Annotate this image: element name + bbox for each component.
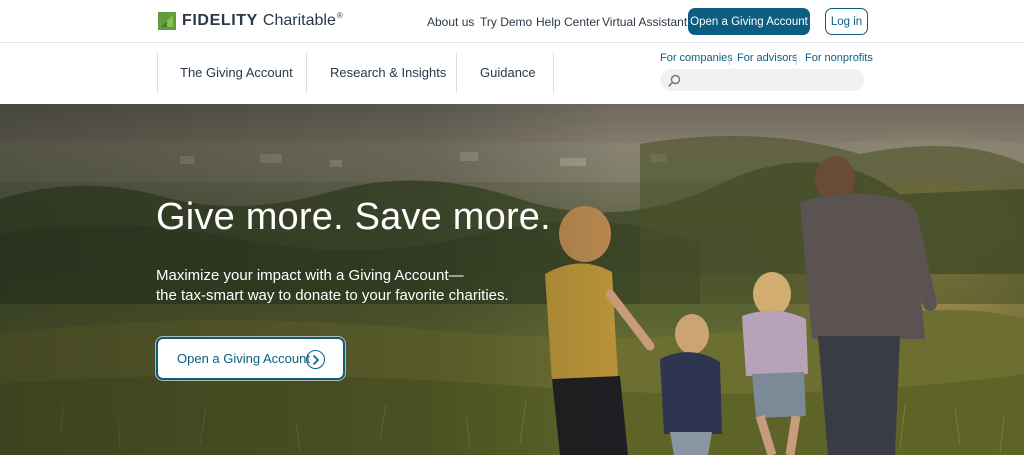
nav-item-guidance[interactable]: Guidance — [480, 65, 536, 80]
for-companies-link[interactable]: For companies — [660, 52, 733, 64]
audience-divider — [729, 54, 730, 65]
logo-registered-mark: ® — [336, 11, 343, 20]
logo-product-text: Charitable — [262, 12, 336, 29]
try-demo-link[interactable]: Try Demo — [480, 15, 532, 29]
search-icon[interactable] — [668, 74, 681, 87]
nav-divider — [553, 53, 554, 93]
for-nonprofits-link[interactable]: For nonprofits — [805, 52, 873, 64]
top-bar: FIDELITY Charitable ® About us Try Demo … — [0, 0, 1024, 43]
hero-open-giving-account-button[interactable]: Open a Giving Account — [156, 337, 345, 380]
fidelity-logo-mark-icon — [158, 12, 176, 30]
main-nav: The Giving Account Research & Insights G… — [0, 43, 1024, 104]
nav-divider — [157, 53, 158, 93]
hero-subtitle-line: Maximize your impact with a Giving Accou… — [156, 267, 464, 284]
open-giving-account-button[interactable]: Open a Giving Account — [688, 8, 810, 35]
help-center-link[interactable]: Help Center — [536, 15, 600, 29]
nav-divider — [306, 53, 307, 93]
nav-item-giving-account[interactable]: The Giving Account — [180, 65, 293, 80]
logo-brand-text: FIDELITY — [182, 12, 258, 29]
hero-subtitle-line: the tax-smart way to donate to your favo… — [156, 287, 509, 304]
audience-divider — [796, 54, 797, 65]
chevron-right-icon — [306, 350, 325, 369]
for-advisors-link[interactable]: For advisors — [737, 52, 798, 64]
login-button[interactable]: Log in — [825, 8, 868, 35]
about-us-link[interactable]: About us — [427, 15, 474, 29]
virtual-assistant-link[interactable]: Virtual Assistant — [602, 15, 687, 29]
hero-subtitle: Maximize your impact with a Giving Accou… — [156, 266, 556, 306]
hero-title: Give more. Save more. — [156, 196, 551, 238]
hero-banner: Give more. Save more. Maximize your impa… — [0, 104, 1024, 455]
nav-divider — [456, 53, 457, 93]
hero-cta-label: Open a Giving Account — [177, 351, 310, 366]
search-input[interactable] — [660, 69, 864, 91]
nav-item-research-insights[interactable]: Research & Insights — [330, 65, 446, 80]
fidelity-charitable-logo[interactable]: FIDELITY Charitable ® — [158, 10, 343, 32]
